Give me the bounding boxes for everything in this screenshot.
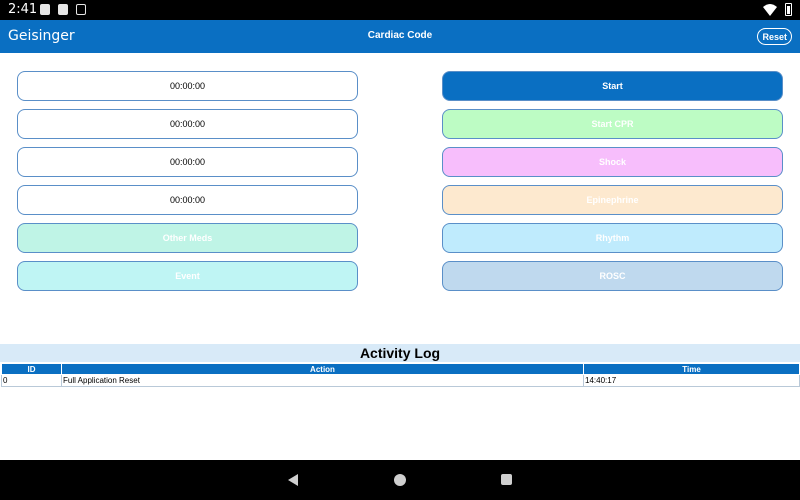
notification-icon <box>40 4 50 15</box>
activity-log-title: Activity Log <box>0 344 800 362</box>
reset-button[interactable]: Reset <box>757 28 792 45</box>
rhythm-button[interactable]: Rhythm <box>442 223 783 253</box>
battery-icon <box>785 3 792 16</box>
recent-apps-icon[interactable] <box>501 474 512 485</box>
status-bar: 2:41 <box>0 0 800 20</box>
table-header-row: ID Action Time <box>1 363 800 375</box>
timer-display-1: 00:00:00 <box>17 71 358 101</box>
status-time: 2:41 <box>8 2 38 17</box>
timer-display-3: 00:00:00 <box>17 147 358 177</box>
wifi-icon <box>763 3 777 16</box>
cell-id: 0 <box>1 374 62 387</box>
back-icon[interactable] <box>288 474 298 486</box>
column-header-action: Action <box>61 363 584 375</box>
home-icon[interactable] <box>394 474 406 486</box>
event-button[interactable]: Event <box>17 261 358 291</box>
activity-log-table: ID Action Time 0 Full Application Reset … <box>1 363 800 387</box>
cell-action: Full Application Reset <box>61 374 584 387</box>
app-bar: Geisinger Cardiac Code Reset <box>0 20 800 53</box>
storage-icon <box>76 4 86 15</box>
sd-card-icon <box>58 4 68 15</box>
other-meds-button[interactable]: Other Meds <box>17 223 358 253</box>
shock-button[interactable]: Shock <box>442 147 783 177</box>
start-button[interactable]: Start <box>442 71 783 101</box>
epinephrine-button[interactable]: Epinephrine <box>442 185 783 215</box>
timer-display-2: 00:00:00 <box>17 109 358 139</box>
start-cpr-button[interactable]: Start CPR <box>442 109 783 139</box>
page-title: Cardiac Code <box>367 30 433 41</box>
table-row: 0 Full Application Reset 14:40:17 <box>1 374 800 387</box>
column-header-time: Time <box>583 363 800 375</box>
column-header-id: ID <box>1 363 62 375</box>
timer-display-4: 00:00:00 <box>17 185 358 215</box>
cell-time: 14:40:17 <box>583 374 800 387</box>
rosc-button[interactable]: ROSC <box>442 261 783 291</box>
